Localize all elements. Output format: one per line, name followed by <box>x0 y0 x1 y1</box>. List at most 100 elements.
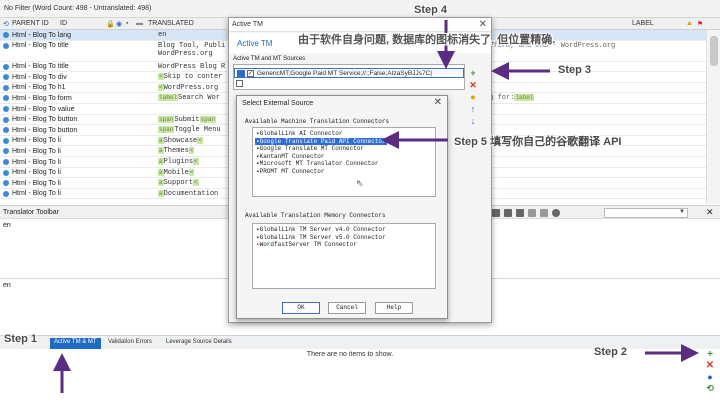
inline-tag: < <box>197 136 203 144</box>
target-text: en <box>3 282 11 289</box>
parent-id-cell: Html - Blog To title <box>12 42 69 50</box>
image-icon[interactable] <box>492 209 500 217</box>
inline-tag: < <box>188 147 195 155</box>
add-icon[interactable]: + <box>704 349 716 360</box>
html-icon <box>3 169 9 176</box>
close-icon[interactable]: ✕ <box>706 207 714 218</box>
filter-bar: No Filter (Word Count: 498 - Untranslate… <box>0 0 720 18</box>
tm-connectors-list[interactable]: ▪GlobalLink TM Server v4.0 Connector ▪Gl… <box>252 223 436 289</box>
parent-id-cell: Html - Blog To form <box>12 94 72 102</box>
parent-id-cell: Html - Blog To li <box>12 190 61 198</box>
refresh-icon[interactable]: ⟲ <box>704 383 716 394</box>
source-text: en <box>3 222 11 229</box>
inline-tag: span <box>158 115 175 123</box>
html-icon <box>3 84 9 91</box>
parent-id-cell: Html - Blog To button <box>12 116 78 124</box>
parent-id-cell: Html - Blog To lang <box>12 31 72 39</box>
html-icon <box>3 137 9 144</box>
document-icon: ▪ <box>126 20 129 27</box>
parent-id-cell: Html - Blog To li <box>12 147 61 155</box>
translated-cell: spanToggle Menu <box>158 126 221 135</box>
grid-scrollbar[interactable] <box>706 30 720 204</box>
column-id[interactable]: ID <box>60 20 67 27</box>
translated-cell: labelSearch Wor <box>158 94 221 103</box>
mt-connectors-label: Available Machine Translation Connectors <box>245 118 390 125</box>
image-icon[interactable] <box>516 209 524 217</box>
folder-icon: ▬ <box>136 20 143 27</box>
list-item[interactable]: ▪Google Translate Paid API Connector <box>255 137 387 146</box>
tab-validation-errors[interactable]: Validation Errors <box>104 338 156 349</box>
format-icon[interactable] <box>540 209 548 217</box>
close-icon[interactable]: ✕ <box>479 19 487 30</box>
settings-icon[interactable] <box>552 209 560 217</box>
list-item[interactable]: ▪WordfastServer TM Connector <box>255 241 358 249</box>
ok-button[interactable]: OK <box>282 302 320 314</box>
column-label[interactable]: LABEL <box>632 20 654 27</box>
dialog-heading: Active TM <box>237 39 273 48</box>
html-icon <box>3 159 9 165</box>
grid-toolbar-icon[interactable]: ⟲ <box>3 20 9 28</box>
flag-icon: ⚑ <box>697 21 704 28</box>
cancel-button[interactable]: Cancel <box>328 302 366 314</box>
html-icon <box>3 106 9 112</box>
translated-cell: aShowcase< <box>158 136 203 145</box>
list-item[interactable]: ▪Google Translate MT Connector <box>255 145 365 153</box>
translated-cell: aMobile< <box>158 168 195 177</box>
translated-cell: Blog Tool, Publi <box>158 41 226 50</box>
tab-active-tm-mt[interactable]: Active TM & MT <box>50 338 101 349</box>
move-down-icon[interactable]: ↓ <box>467 116 479 126</box>
html-icon <box>3 116 9 123</box>
tm-connectors-label: Available Translation Memory Connectors <box>245 212 386 219</box>
dialog-titlebar: Active TM ✕ <box>229 18 491 32</box>
column-translated[interactable]: TRANSLATED <box>148 20 194 27</box>
select-external-source-dialog: Select External Source ✕ Available Machi… <box>236 95 448 319</box>
tab-leverage-source-details[interactable]: Leverage Source Details <box>162 338 236 349</box>
app-window: No Filter (Word Count: 498 - Untranslate… <box>0 0 720 413</box>
warning-icon[interactable]: ● <box>467 92 479 102</box>
list-item[interactable]: ▪GlobalLink TM Server v5.0 Connector <box>255 234 387 242</box>
translated-cell: WordPress Blog R <box>158 62 226 71</box>
source-row[interactable]: ✓ GenericMT;Google Paid MT Service;//;;F… <box>234 68 464 78</box>
list-item[interactable]: ▪GlobalLink AI Connector <box>255 130 343 138</box>
parent-id-cell: Html - Blog To h1 <box>12 84 66 92</box>
toolbar-buttons <box>492 208 560 218</box>
html-icon <box>3 42 9 49</box>
note-label: 由于软件自身问题, 数据库的图标消失了, 但位置精确. <box>298 34 556 46</box>
translated-cell: aSupport< <box>158 179 199 188</box>
active-tm-panel: There are no items to show. + ✕ ● ⟲ <box>0 349 720 413</box>
inline-tag: span <box>199 115 217 123</box>
list-item[interactable]: ▪KantanMT Connector <box>255 153 325 161</box>
translated-cell: spanSubmitspan <box>158 115 217 124</box>
step1-label: Step 1 <box>4 333 38 345</box>
source-checkbox[interactable] <box>236 80 243 87</box>
step3-label: Step 3 <box>558 64 592 76</box>
translated-cell: aDocumentation <box>158 189 219 198</box>
mt-connectors-list[interactable]: ▪GlobalLink AI Connector ▪Google Transla… <box>252 127 436 197</box>
bold-icon[interactable] <box>528 209 536 217</box>
remove-source-icon[interactable]: ✕ <box>467 80 479 91</box>
translated-cell: WordPress.org <box>158 49 213 58</box>
eye-icon: ◉ <box>116 21 123 28</box>
toolbar-dropdown[interactable]: ▼ <box>604 208 688 218</box>
add-source-icon[interactable]: + <box>467 68 479 78</box>
parent-id-cell: Html - Blog To button <box>12 126 78 134</box>
source-checkbox[interactable]: ✓ <box>247 70 254 77</box>
list-item[interactable]: ▪PROMT MT Connector <box>255 168 325 176</box>
move-up-icon[interactable]: ↑ <box>467 104 479 114</box>
remove-icon[interactable]: ✕ <box>704 360 716 371</box>
image-icon[interactable] <box>504 209 512 217</box>
parent-id-cell: Html - Blog To li <box>12 137 61 145</box>
translated-cell: en <box>158 31 167 39</box>
info-icon[interactable]: ● <box>704 372 716 382</box>
scrollbar-thumb[interactable] <box>710 36 718 66</box>
sources-list[interactable]: ✓ GenericMT;Google Paid MT Service;//;;F… <box>233 64 465 90</box>
inline-tag: span <box>158 126 175 134</box>
list-item[interactable]: ▪Microsoft MT Translator Connector <box>255 160 379 168</box>
list-item[interactable]: ▪GlobalLink TM Server v4.0 Connector <box>255 226 387 234</box>
column-parent-id[interactable]: PARENT ID <box>12 20 49 27</box>
inline-tag: < <box>193 158 199 165</box>
external-dialog-title: Select External Source <box>242 100 314 107</box>
close-icon[interactable]: ✕ <box>434 97 442 108</box>
help-button[interactable]: Help <box>375 302 413 314</box>
inline-tag: < <box>193 179 199 187</box>
